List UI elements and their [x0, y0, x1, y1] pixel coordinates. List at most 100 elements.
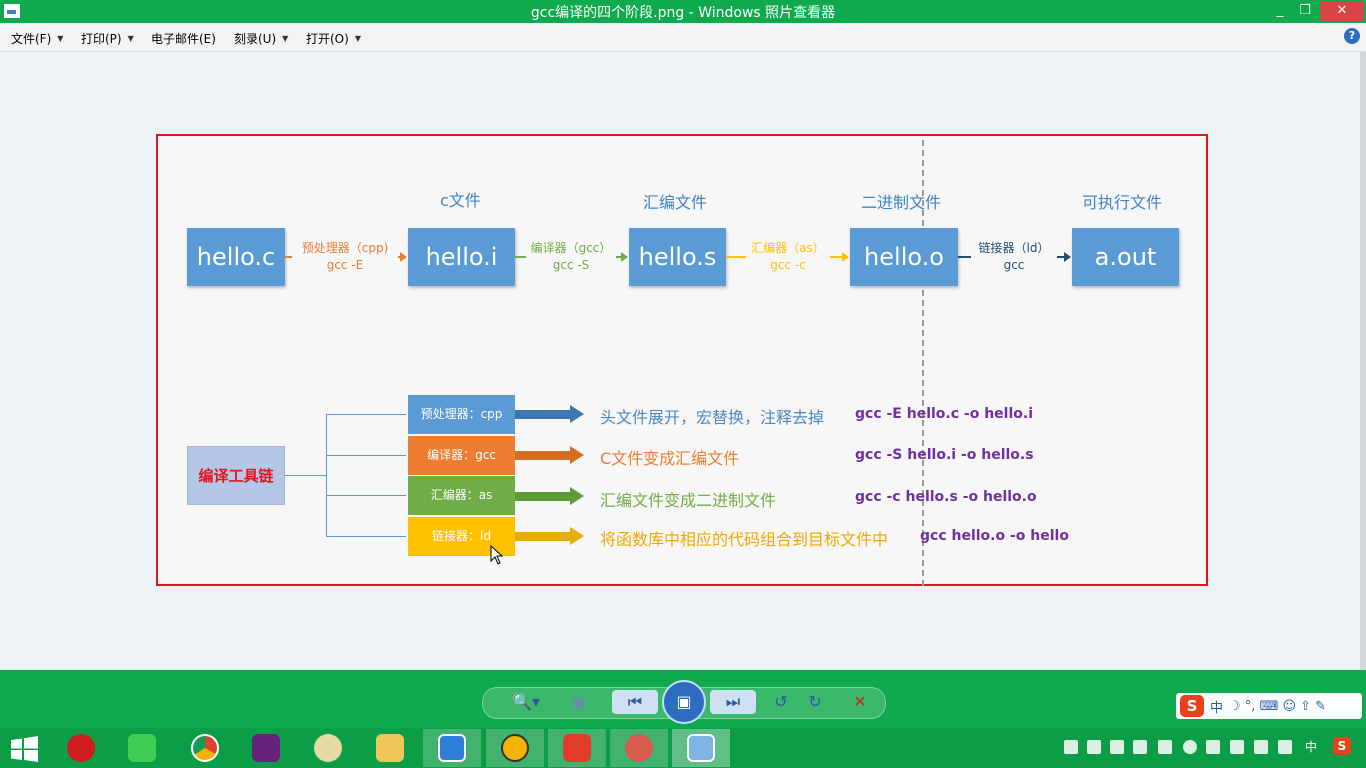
title-bar: gcc编译的四个阶段.png - Windows 照片查看器 _ ❐ ✕	[0, 0, 1366, 23]
ime-mode[interactable]: 中	[1210, 697, 1223, 716]
window-title: gcc编译的四个阶段.png - Windows 照片查看器	[530, 5, 836, 21]
e-editor-icon	[501, 734, 529, 762]
tray-green-icon[interactable]	[1183, 740, 1197, 754]
stage-label-exe: 可执行文件	[1082, 193, 1163, 212]
restore-button[interactable]: ❐	[1292, 1, 1318, 21]
swirl-app-icon	[625, 734, 653, 762]
arrow-shaft	[515, 532, 571, 541]
tray-vm-icon[interactable]	[1230, 740, 1244, 754]
tool-name: 汇编器（as）	[751, 241, 825, 255]
tray-display-icon[interactable]	[1254, 740, 1268, 754]
tray-sogou-icon[interactable]: S	[1333, 737, 1351, 755]
tray-pen-icon[interactable]	[1064, 740, 1078, 754]
menu-email[interactable]: 电子邮件(E)	[151, 30, 216, 47]
taskbar-editor[interactable]	[486, 729, 544, 767]
tray-upload-icon[interactable]	[1158, 740, 1172, 754]
sogou-logo-icon[interactable]: S	[1180, 695, 1204, 717]
tool-label-cpp: 预处理器（cpp) gcc -E	[292, 240, 398, 274]
previous-button[interactable]: ⏮	[612, 690, 658, 714]
menu-file[interactable]: 文件(F) ▼	[11, 30, 63, 47]
help-icon[interactable]: ?	[1344, 28, 1360, 44]
tray-screen-icon[interactable]	[1087, 740, 1101, 754]
tool-name: 链接器（ld）	[978, 241, 1050, 255]
taskbar-app-red[interactable]	[610, 729, 668, 767]
arrow-head	[570, 527, 584, 545]
vertical-scrollbar[interactable]	[1360, 52, 1366, 670]
mouse-cursor-icon	[490, 545, 504, 565]
branch-line	[326, 495, 406, 496]
record-app-icon	[67, 734, 95, 762]
menu-open[interactable]: 打开(O) ▼	[306, 30, 361, 47]
cmd-ld: gcc hello.o -o hello	[920, 528, 1069, 544]
minimize-button[interactable]: _	[1267, 1, 1293, 21]
caret-down-icon: ▼	[282, 34, 289, 43]
stage-label-bin: 二进制文件	[861, 193, 942, 212]
actual-size-button[interactable]: ▣	[566, 690, 592, 714]
windows-start-icon[interactable]	[11, 736, 39, 762]
taskbar-paint[interactable]	[299, 729, 357, 767]
taskbar-visual-studio[interactable]	[237, 729, 295, 767]
chrome-icon	[191, 734, 219, 762]
cmd-as: gcc -c hello.s -o hello.o	[855, 489, 1037, 505]
branch-line	[326, 455, 406, 456]
next-button[interactable]: ⏭	[710, 690, 756, 714]
cmd-cpp: gcc -E hello.c -o hello.i	[855, 406, 1034, 422]
fat-arrow-as	[515, 487, 585, 505]
tool-name: 编译器（gcc）	[530, 241, 612, 255]
file-box-hello-o: hello.o	[850, 228, 958, 286]
taskbar-xmind[interactable]	[548, 729, 606, 767]
tool-label-ld: 链接器（ld） gcc	[971, 240, 1057, 274]
taskbar-explorer[interactable]	[361, 729, 419, 767]
menu-burn[interactable]: 刻录(U) ▼	[234, 30, 288, 47]
qt-creator-icon	[128, 734, 156, 762]
tray-monitor-icon[interactable]	[1206, 740, 1220, 754]
tool-label-as: 汇编器（as） gcc -c	[746, 240, 830, 274]
volume-icon[interactable]	[1278, 740, 1292, 754]
tool-cmd: gcc -S	[552, 258, 590, 272]
fat-arrow-gcc	[515, 446, 585, 464]
caret-down-icon: ▼	[57, 34, 64, 43]
scrollbar-thumb[interactable]	[1360, 52, 1366, 670]
taskbar-wps[interactable]	[423, 729, 481, 767]
rotate-left-button[interactable]: ↺	[770, 690, 792, 714]
tray-network-icon[interactable]	[1110, 740, 1124, 754]
tool-cmd: gcc	[1003, 258, 1025, 272]
desc-as: 汇编文件变成二进制文件	[600, 491, 777, 510]
taskbar-recorder[interactable]	[52, 729, 110, 767]
zoom-button[interactable]: 🔍▾	[508, 690, 544, 714]
branch-line	[326, 414, 406, 415]
taskbar-photo-viewer[interactable]	[672, 729, 730, 767]
ime-toolbar[interactable]: S 中 ☽ °, ⌨ ☺ ⇧ ✎	[1176, 693, 1362, 719]
file-box-hello-c: hello.c	[187, 228, 285, 286]
arrow-head	[570, 446, 584, 464]
branch-line	[326, 414, 327, 537]
file-box-a-out: a.out	[1072, 228, 1179, 286]
tray-input-icon[interactable]	[1133, 740, 1147, 754]
menu-print-label: 打印(P)	[81, 32, 122, 46]
tool-cmd: gcc -E	[326, 258, 364, 272]
caret-down-icon: ▼	[127, 34, 134, 43]
rotate-right-button[interactable]: ↻	[804, 690, 826, 714]
close-button[interactable]: ✕	[1320, 1, 1364, 21]
visual-studio-icon	[252, 734, 280, 762]
menu-file-label: 文件(F)	[11, 32, 52, 46]
slideshow-button[interactable]: ▣	[662, 680, 706, 724]
toolchain-box: 编译工具链	[187, 446, 285, 505]
file-box-hello-i: hello.i	[408, 228, 515, 286]
wps-writer-icon	[438, 734, 466, 762]
taskbar-chrome[interactable]	[176, 729, 234, 767]
menu-open-label: 打开(O)	[306, 32, 349, 46]
taskbar-qt[interactable]	[113, 729, 171, 767]
menu-burn-label: 刻录(U)	[234, 32, 277, 46]
desc-cpp: 头文件展开，宏替换，注释去掉	[600, 408, 825, 427]
folder-icon	[376, 734, 404, 762]
ime-extras[interactable]: ☽ °, ⌨ ☺ ⇧ ✎	[1229, 699, 1326, 714]
tool-cmd: gcc -c	[770, 258, 806, 272]
delete-button[interactable]: ✕	[849, 690, 871, 714]
xmind-icon	[563, 734, 591, 762]
menu-print[interactable]: 打印(P) ▼	[81, 30, 134, 47]
file-box-hello-s: hello.s	[629, 228, 726, 286]
chain-box-as: 汇编器：as	[408, 476, 515, 515]
tray-language[interactable]: 中	[1305, 738, 1317, 755]
tool-name: 预处理器（cpp)	[301, 241, 389, 255]
